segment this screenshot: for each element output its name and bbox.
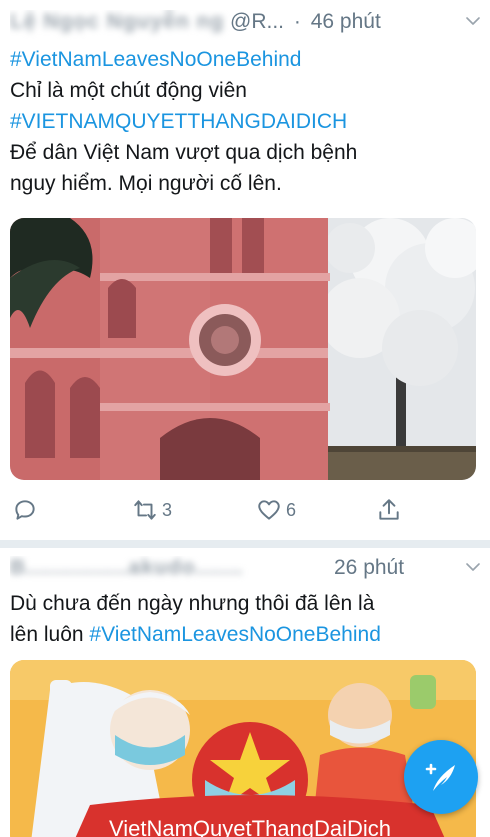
timestamp[interactable]: 26 phút xyxy=(334,556,404,580)
tweet-header: B...............akudo....... 26 phút xyxy=(10,556,478,586)
tweet-text: #VietNamLeavesNoOneBehind Chỉ là một chú… xyxy=(10,44,478,199)
tweet-text-line: Để dân Việt Nam vượt qua dịch bệnh xyxy=(10,141,358,164)
compose-tweet-icon xyxy=(425,763,455,791)
tweet-text-line: lên luôn #VietNamLeavesNoOneBehind xyxy=(10,619,478,650)
like-button[interactable]: 6 xyxy=(256,495,296,525)
church-photo xyxy=(10,218,476,480)
author-name[interactable]: B...............akudo....... xyxy=(10,556,243,580)
like-count: 6 xyxy=(286,499,297,520)
share-icon xyxy=(379,499,399,520)
retweet-button[interactable]: 3 xyxy=(132,495,172,525)
share-button[interactable] xyxy=(376,495,402,525)
tweet-text: Dù chưa đến ngày nhưng thôi đã lên là lê… xyxy=(10,588,478,650)
tweet-actions: 3 6 xyxy=(10,495,478,525)
author-name[interactable]: Lệ Ngọc Nguyễn ng xyxy=(10,10,224,34)
tweet-photo[interactable]: VietNamQuyetThangDaiDich xyxy=(10,660,476,837)
hashtag-link[interactable]: #VietNamLeavesNoOneBehind xyxy=(89,623,380,646)
tweet-text-line: Dù chưa đến ngày nhưng thôi đã lên là xyxy=(10,592,375,615)
retweet-icon xyxy=(134,500,156,520)
illustration-image: VietNamQuyetThangDaiDich xyxy=(10,660,476,837)
chevron-down-icon[interactable] xyxy=(464,558,482,576)
tweet-header: Lệ Ngọc Nguyễn ng @R... · 46 phút xyxy=(10,10,478,40)
compose-tweet-button[interactable] xyxy=(404,740,478,814)
tweet-divider xyxy=(0,540,490,548)
author-handle[interactable]: @R... xyxy=(230,10,284,33)
reply-icon xyxy=(15,500,35,520)
tweet-text-fragment: lên luôn xyxy=(10,623,90,646)
separator: · xyxy=(293,10,301,33)
reply-button[interactable] xyxy=(12,495,42,525)
timestamp[interactable]: 46 phút xyxy=(311,10,381,33)
tweet-text-line: Chỉ là một chút động viên xyxy=(10,79,247,102)
hashtag-link[interactable]: #VIETNAMQUYETTHANGDAIDICH xyxy=(10,106,478,137)
retweet-count: 3 xyxy=(162,499,173,520)
chevron-down-icon[interactable] xyxy=(464,12,482,30)
banner-text: VietNamQuyetThangDaiDich xyxy=(109,816,391,837)
heart-icon xyxy=(258,500,280,520)
tweet-card[interactable]: Lệ Ngọc Nguyễn ng @R... · 46 phút #VietN… xyxy=(0,0,490,540)
tweet-text-line: nguy hiểm. Mọi người cố lên. xyxy=(10,172,282,195)
hashtag-link[interactable]: #VietNamLeavesNoOneBehind xyxy=(10,44,478,75)
tweet-photo[interactable] xyxy=(10,218,476,480)
